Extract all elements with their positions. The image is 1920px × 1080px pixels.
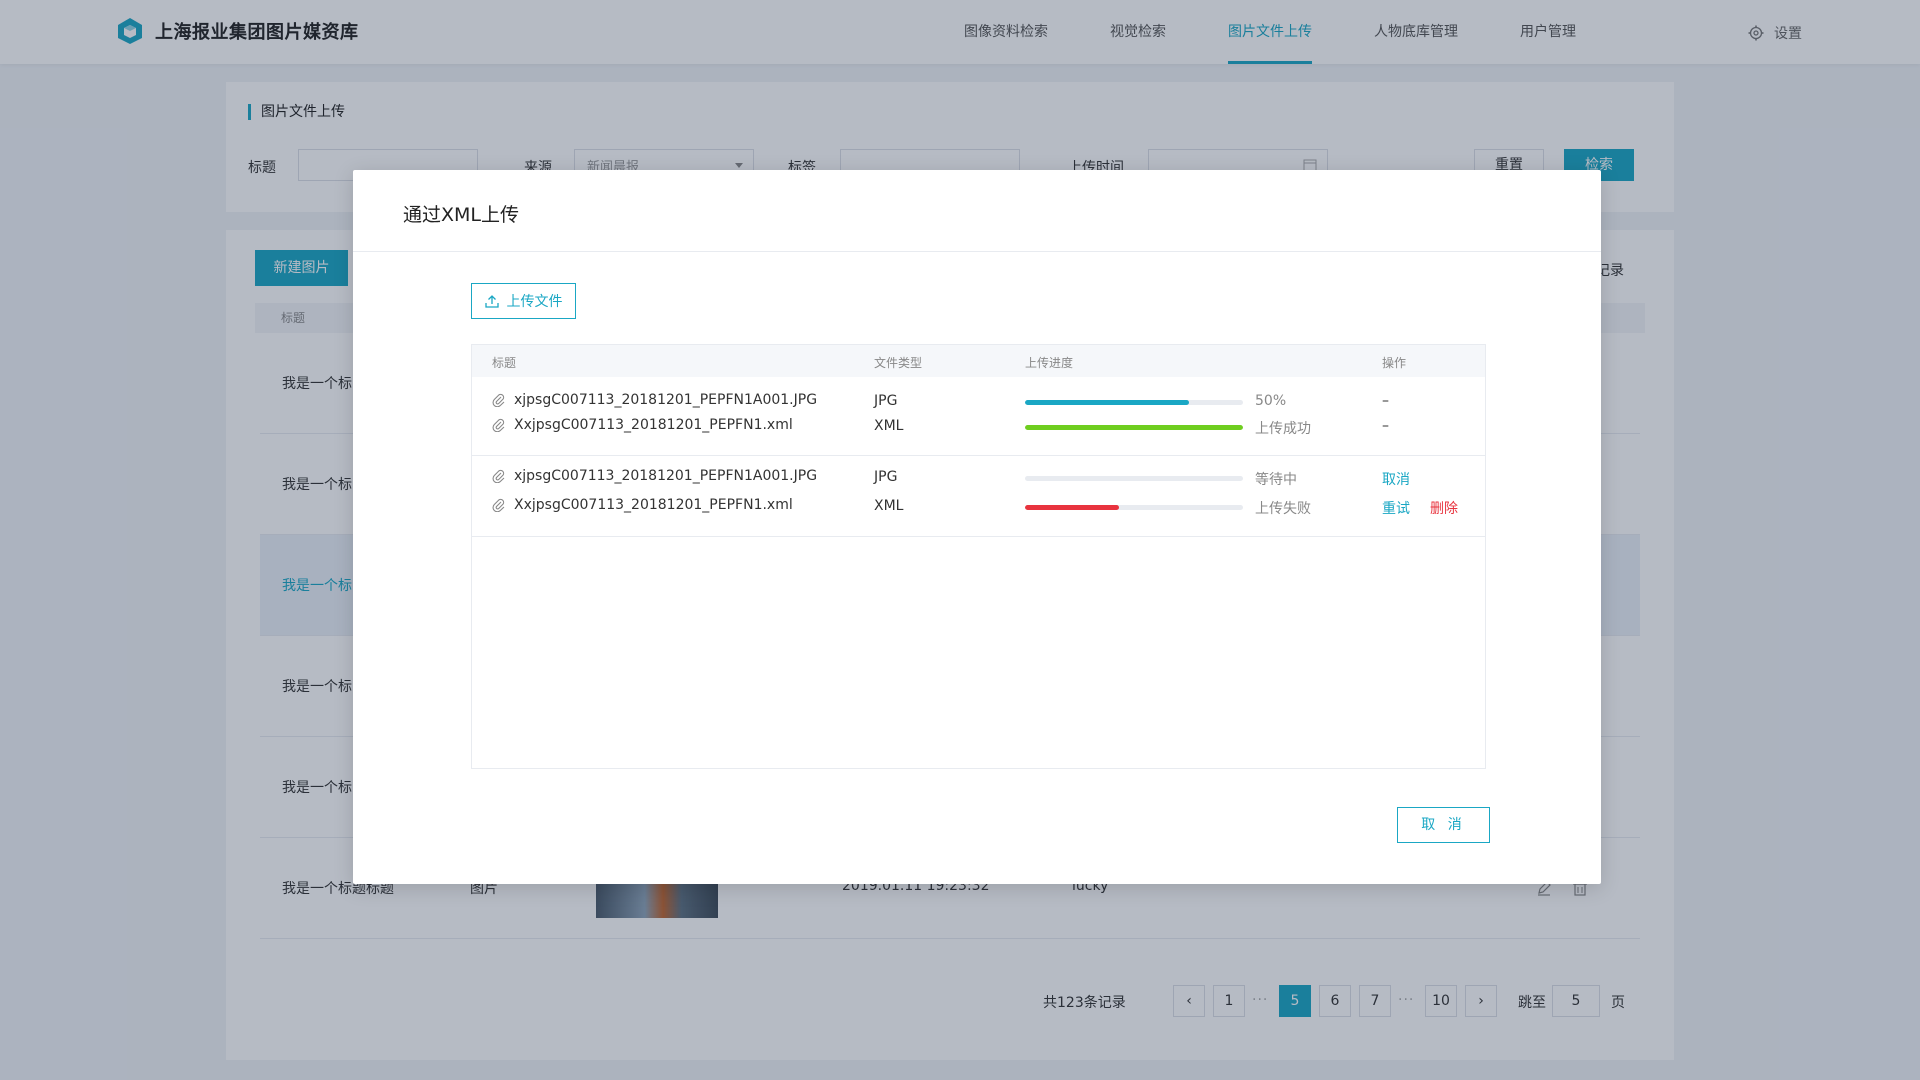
file-name: xjpsgC007113_20181201_PEPFN1A001.JPG [492, 392, 817, 408]
upload-group: xjpsgC007113_20181201_PEPFN1A001.JPG JPG… [472, 456, 1485, 537]
upload-row: xjpsgC007113_20181201_PEPFN1A001.JPG JPG… [472, 468, 1485, 488]
upload-status: 上传成功 [1255, 421, 1311, 437]
file-name-text: xjpsgC007113_20181201_PEPFN1A001.JPG [514, 468, 818, 484]
file-name: xjpsgC007113_20181201_PEPFN1A001.JPG [492, 468, 817, 484]
file-name-text: xjpsgC007113_20181201_PEPFN1A001.JPG [514, 392, 818, 408]
header-title: 标题 [492, 356, 517, 370]
progress-bar [1025, 505, 1243, 510]
retry-upload-link[interactable]: 重试 [1382, 498, 1410, 518]
progress-fill [1025, 425, 1243, 430]
file-type: XML [874, 418, 904, 434]
file-name-text: XxjpsgC007113_20181201_PEPFN1.xml [514, 497, 793, 513]
paperclip-icon [492, 498, 505, 512]
header-type: 文件类型 [874, 356, 923, 370]
cancel-upload-link[interactable]: 取消 [1382, 469, 1410, 489]
progress-bar [1025, 476, 1243, 481]
delete-upload-link[interactable]: 删除 [1430, 498, 1458, 518]
file-type: XML [874, 498, 904, 514]
dialog-title: 通过XML上传 [403, 204, 519, 226]
upload-status: 上传失败 [1255, 501, 1311, 517]
upload-file-label: 上传文件 [506, 294, 563, 310]
header-progress: 上传进度 [1025, 356, 1074, 370]
paperclip-icon [492, 393, 505, 407]
upload-status: 50% [1255, 393, 1287, 409]
upload-table-header: 标题 文件类型 上传进度 操作 [472, 345, 1485, 377]
upload-row: XxjpsgC007113_20181201_PEPFN1.xml XML 上传… [472, 417, 1485, 437]
upload-icon [484, 295, 499, 308]
dialog-header: 通过XML上传 [353, 170, 1601, 252]
file-name: XxjpsgC007113_20181201_PEPFN1.xml [492, 497, 793, 513]
progress-fill [1025, 505, 1119, 510]
paperclip-icon [492, 418, 505, 432]
xml-upload-dialog: 通过XML上传 上传文件 标题 文件类型 上传进度 操作 xjpsgC00711… [353, 170, 1601, 884]
file-name-text: XxjpsgC007113_20181201_PEPFN1.xml [514, 417, 793, 433]
file-name: XxjpsgC007113_20181201_PEPFN1.xml [492, 417, 793, 433]
progress-bar [1025, 400, 1243, 405]
upload-file-button[interactable]: 上传文件 [471, 283, 576, 319]
upload-row: xjpsgC007113_20181201_PEPFN1A001.JPG JPG… [472, 392, 1485, 412]
op-none: – [1382, 418, 1389, 434]
progress-bar [1025, 425, 1243, 430]
upload-status: 等待中 [1255, 472, 1297, 488]
file-type: JPG [874, 393, 898, 409]
header-ops: 操作 [1382, 356, 1407, 370]
upload-group: xjpsgC007113_20181201_PEPFN1A001.JPG JPG… [472, 377, 1485, 456]
progress-fill [1025, 400, 1189, 405]
upload-row: XxjpsgC007113_20181201_PEPFN1.xml XML 上传… [472, 497, 1485, 517]
upload-table: 标题 文件类型 上传进度 操作 xjpsgC007113_20181201_PE… [471, 344, 1486, 769]
file-type: JPG [874, 469, 898, 485]
op-none: – [1382, 393, 1389, 409]
dialog-cancel-button[interactable]: 取 消 [1397, 807, 1490, 843]
paperclip-icon [492, 469, 505, 483]
